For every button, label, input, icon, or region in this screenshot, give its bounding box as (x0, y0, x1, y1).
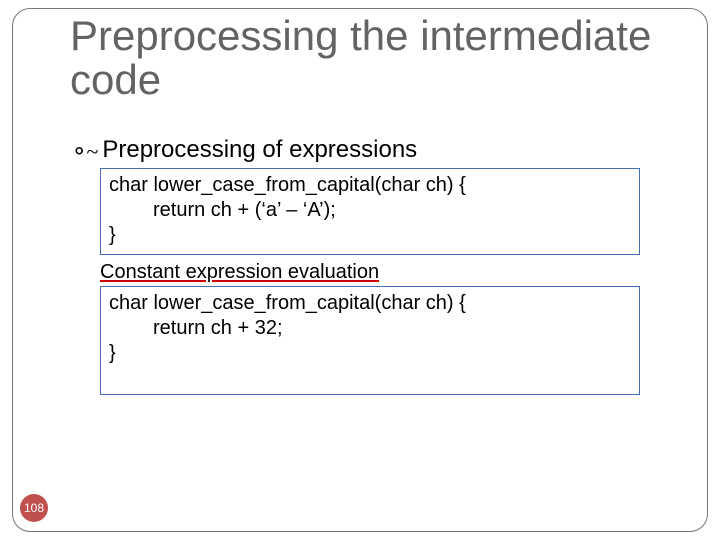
bullet-tail-icon: ~ (86, 139, 98, 165)
bullet-text: Preprocessing of expressions (102, 136, 417, 164)
code-line: } (109, 341, 631, 366)
page-number-badge: 108 (20, 494, 48, 522)
slide-title: Preprocessing the intermediate code (70, 14, 670, 102)
code-box-after: char lower_case_from_capital(char ch) { … (100, 286, 640, 395)
bullet-item: ⚬⁠~ Preprocessing of expressions (70, 136, 670, 164)
code-line: char lower_case_from_capital(char ch) { (109, 291, 631, 316)
annotation-text: Constant expression evaluation (100, 261, 670, 284)
code-line: return ch + (‘a’ – ‘A’); (109, 198, 631, 223)
slide: Preprocessing the intermediate code ⚬⁠~ … (0, 0, 720, 540)
code-box-before: char lower_case_from_capital(char ch) { … (100, 168, 640, 255)
page-number: 108 (24, 501, 44, 515)
slide-body: ⚬⁠~ Preprocessing of expressions char lo… (70, 136, 670, 401)
code-line: } (109, 223, 631, 248)
code-line: char lower_case_from_capital(char ch) { (109, 173, 631, 198)
code-line: return ch + 32; (109, 316, 631, 341)
